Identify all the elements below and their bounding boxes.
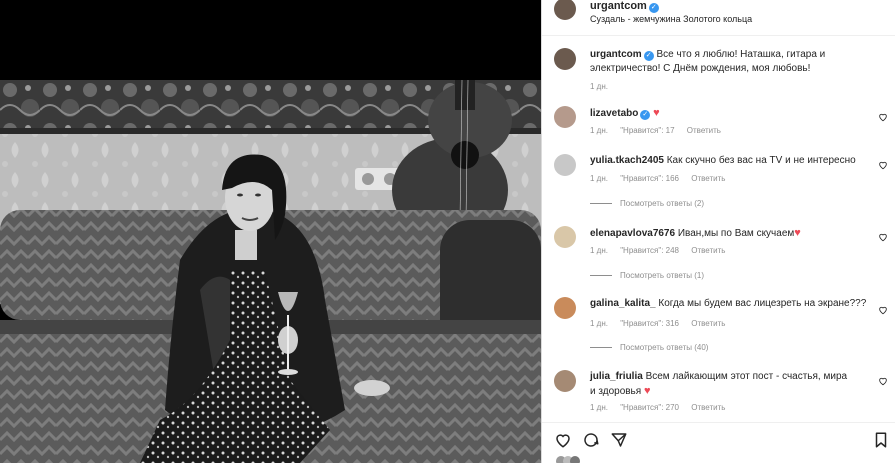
comment-meta: 1 дн. "Нравится": 316 Ответить xyxy=(590,319,735,328)
liked-avatar xyxy=(570,456,580,463)
view-replies-button[interactable]: Посмотреть ответы (1) xyxy=(590,271,704,280)
like-comment-icon[interactable] xyxy=(878,376,888,386)
comment-likes[interactable]: "Нравится": 17 xyxy=(620,126,674,135)
photo-illustration xyxy=(0,80,541,463)
location-link[interactable]: Суздаль - жемчужина Золотого кольца xyxy=(590,14,752,24)
comment-meta: 1 дн. "Нравится": 248 Ответить xyxy=(590,246,735,255)
comment-text: lizavetabo ✓ ♥ xyxy=(590,106,870,121)
reply-button[interactable]: Ответить xyxy=(691,403,725,412)
share-icon[interactable] xyxy=(610,431,628,449)
comment-avatar[interactable] xyxy=(554,154,576,176)
comment-time: 1 дн. xyxy=(590,319,608,328)
red-heart-emoji: ♥ xyxy=(653,107,660,119)
view-replies-button[interactable]: Посмотреть ответы (2) xyxy=(590,199,704,208)
like-comment-icon[interactable] xyxy=(878,305,888,315)
view-replies-label[interactable]: Посмотреть ответы (2) xyxy=(620,199,704,208)
comment-likes[interactable]: "Нравится": 166 xyxy=(620,174,679,183)
heart-icon[interactable] xyxy=(554,431,572,449)
bookmark-icon[interactable] xyxy=(872,431,890,449)
comment-meta: 1 дн. "Нравится": 270 Ответить xyxy=(590,403,735,412)
view-replies-label[interactable]: Посмотреть ответы (1) xyxy=(620,271,704,280)
reply-button[interactable]: Ответить xyxy=(687,126,721,135)
post-side-panel: urgantcom ✓ Суздаль - жемчужина Золотого … xyxy=(541,0,895,463)
comment-avatar[interactable] xyxy=(554,106,576,128)
comment-time: 1 дн. xyxy=(590,403,608,412)
author-username[interactable]: urgantcom ✓ xyxy=(590,0,659,13)
comment-time: 1 дн. xyxy=(590,174,608,183)
comment-body: Иван,мы по Вам скучаем xyxy=(677,228,795,239)
comment-body: Как скучно без вас на TV и не интересно xyxy=(666,155,856,166)
author-username-text[interactable]: urgantcom xyxy=(590,0,647,12)
liked-by-avatars[interactable] xyxy=(556,456,596,463)
author-avatar[interactable] xyxy=(554,0,576,20)
comment-body: Когда мы будем вас лицезреть на экране??… xyxy=(658,298,867,309)
comment-icon[interactable] xyxy=(582,431,600,449)
like-comment-icon[interactable] xyxy=(878,112,888,122)
verified-icon: ✓ xyxy=(640,110,651,120)
like-comment-icon[interactable] xyxy=(878,160,888,170)
verified-icon: ✓ xyxy=(643,51,654,61)
caption-username[interactable]: urgantcom xyxy=(590,49,642,60)
like-comment-icon[interactable] xyxy=(878,232,888,242)
caption-time: 1 дн. xyxy=(590,82,618,91)
view-replies-button[interactable]: Посмотреть ответы (40) xyxy=(590,343,708,352)
comment-time: 1 дн. xyxy=(590,126,608,135)
comment-avatar[interactable] xyxy=(554,297,576,319)
comment-username[interactable]: julia_friulia xyxy=(590,371,643,382)
comment-avatar[interactable] xyxy=(554,370,576,392)
reply-button[interactable]: Ответить xyxy=(691,319,725,328)
comment-username[interactable]: elenapavlova7676 xyxy=(590,228,675,239)
comment-username[interactable]: galina_kalita_ xyxy=(590,298,656,309)
caption-time-text: 1 дн. xyxy=(590,82,608,91)
comment-avatar[interactable] xyxy=(554,226,576,248)
post-header: urgantcom ✓ Суздаль - жемчужина Золотого … xyxy=(542,0,895,36)
comment-time: 1 дн. xyxy=(590,246,608,255)
post-photo[interactable] xyxy=(0,80,541,463)
comment-username[interactable]: lizavetabo xyxy=(590,108,638,119)
comment-meta: 1 дн. "Нравится": 17 Ответить xyxy=(590,126,731,135)
comment-likes[interactable]: "Нравится": 270 xyxy=(620,403,679,412)
comment-text: yulia.tkach2405 Как скучно без вас на TV… xyxy=(590,154,870,168)
caption-avatar[interactable] xyxy=(554,48,576,70)
comment-text: julia_friulia Всем лайкающим этот пост -… xyxy=(590,370,850,399)
view-replies-label[interactable]: Посмотреть ответы (40) xyxy=(620,343,708,352)
reply-button[interactable]: Ответить xyxy=(691,174,725,183)
caption-text: urgantcom ✓ Все что я люблю! Наташка, гит… xyxy=(590,48,870,76)
comment-username[interactable]: yulia.tkach2405 xyxy=(590,155,664,166)
comment-likes[interactable]: "Нравится": 248 xyxy=(620,246,679,255)
post-media[interactable] xyxy=(0,0,541,463)
red-heart-emoji: ♥ xyxy=(643,385,651,397)
comment-text: elenapavlova7676 Иван,мы по Вам скучаем♥ xyxy=(590,226,870,241)
reply-button[interactable]: Ответить xyxy=(691,246,725,255)
comment-likes[interactable]: "Нравится": 316 xyxy=(620,319,679,328)
verified-icon: ✓ xyxy=(648,3,659,13)
comment-text: galina_kalita_ Когда мы будем вас лицезр… xyxy=(590,297,870,311)
red-heart-emoji: ♥ xyxy=(794,227,801,239)
comment-meta: 1 дн. "Нравится": 166 Ответить xyxy=(590,174,735,183)
